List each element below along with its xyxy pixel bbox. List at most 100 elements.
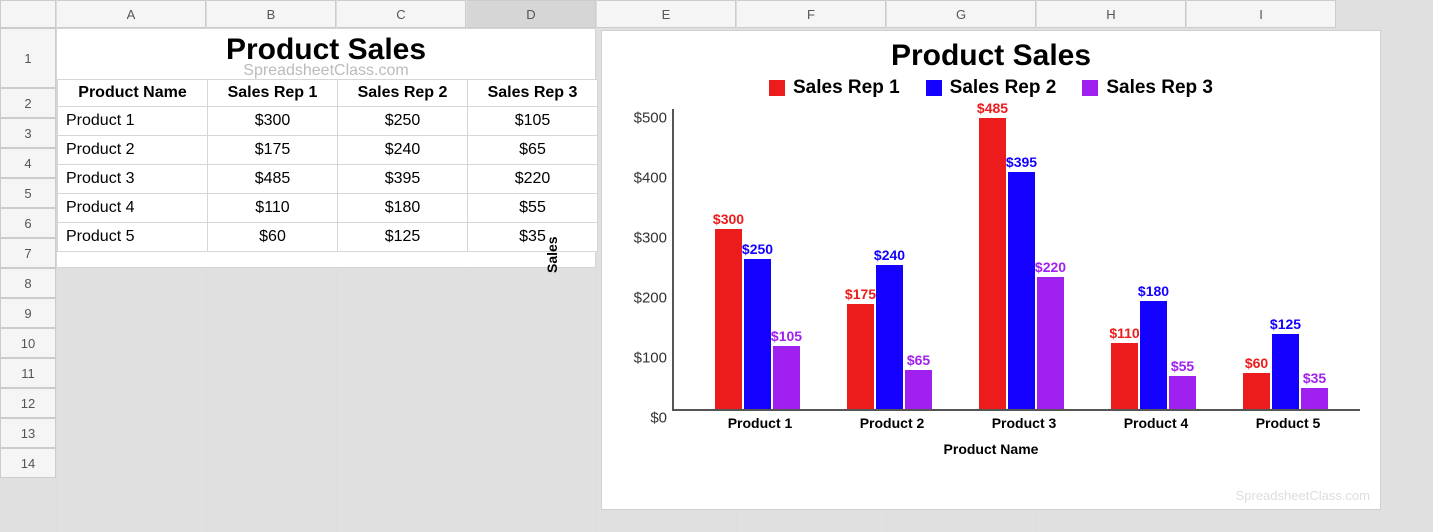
bar-value-label: $485 bbox=[977, 100, 1008, 116]
bar[interactable]: $55 bbox=[1169, 376, 1196, 409]
x-tick-label: Product 2 bbox=[860, 415, 925, 431]
cell-value[interactable]: $485 bbox=[208, 165, 338, 194]
cell-value[interactable]: $35 bbox=[468, 223, 598, 252]
cell-product-name[interactable]: Product 1 bbox=[58, 107, 208, 136]
row-header-5[interactable]: 5 bbox=[0, 178, 56, 208]
bar[interactable]: $300 bbox=[715, 229, 742, 409]
col-header-G[interactable]: G bbox=[886, 0, 1036, 28]
cell-value[interactable]: $125 bbox=[338, 223, 468, 252]
row-header-1[interactable]: 1 bbox=[0, 28, 56, 88]
y-tick-label: $0 bbox=[612, 410, 667, 427]
x-tick-label: Product 5 bbox=[1256, 415, 1321, 431]
table-row[interactable]: Product 2$175$240$65 bbox=[58, 136, 598, 165]
bar[interactable]: $125 bbox=[1272, 334, 1299, 409]
sales-table: Product NameSales Rep 1Sales Rep 2Sales … bbox=[57, 79, 598, 252]
bar[interactable]: $220 bbox=[1037, 277, 1064, 409]
cell-product-name[interactable]: Product 5 bbox=[58, 223, 208, 252]
col-header-E[interactable]: E bbox=[596, 0, 736, 28]
row-header-3[interactable]: 3 bbox=[0, 118, 56, 148]
table-header-3[interactable]: Sales Rep 3 bbox=[468, 80, 598, 107]
bar-value-label: $60 bbox=[1245, 355, 1268, 371]
cell-value[interactable]: $110 bbox=[208, 194, 338, 223]
row-header-4[interactable]: 4 bbox=[0, 148, 56, 178]
table-header-2[interactable]: Sales Rep 2 bbox=[338, 80, 468, 107]
bar-value-label: $55 bbox=[1171, 358, 1194, 374]
bar-value-label: $300 bbox=[713, 211, 744, 227]
cell-value[interactable]: $65 bbox=[468, 136, 598, 165]
cell-value[interactable]: $300 bbox=[208, 107, 338, 136]
table-header-0[interactable]: Product Name bbox=[58, 80, 208, 107]
table-row[interactable]: Product 4$110$180$55 bbox=[58, 194, 598, 223]
legend-label: Sales Rep 3 bbox=[1106, 77, 1213, 99]
bar-value-label: $110 bbox=[1109, 325, 1139, 341]
bar[interactable]: $180 bbox=[1140, 301, 1167, 409]
row-header-6[interactable]: 6 bbox=[0, 208, 56, 238]
col-header-H[interactable]: H bbox=[1036, 0, 1186, 28]
bar[interactable]: $250 bbox=[744, 259, 771, 409]
y-tick-label: $200 bbox=[612, 290, 667, 307]
select-all-corner[interactable] bbox=[0, 0, 56, 28]
cell-value[interactable]: $220 bbox=[468, 165, 598, 194]
col-header-B[interactable]: B bbox=[206, 0, 336, 28]
bar[interactable]: $60 bbox=[1243, 373, 1270, 409]
table-row[interactable]: Product 5$60$125$35 bbox=[58, 223, 598, 252]
bar[interactable]: $105 bbox=[773, 346, 800, 409]
row-header-2[interactable]: 2 bbox=[0, 88, 56, 118]
col-header-I[interactable]: I bbox=[1186, 0, 1336, 28]
row-header-7[interactable]: 7 bbox=[0, 238, 56, 268]
data-table-area: Product Sales SpreadsheetClass.com Produ… bbox=[56, 28, 596, 268]
col-header-A[interactable]: A bbox=[56, 0, 206, 28]
bar-value-label: $175 bbox=[845, 286, 876, 302]
row-header-11[interactable]: 11 bbox=[0, 358, 56, 388]
bar[interactable]: $395 bbox=[1008, 172, 1035, 409]
bar-value-label: $65 bbox=[907, 352, 930, 368]
bar-group: $300$250$105 bbox=[715, 229, 800, 409]
chart-plot-area: $0$100$200$300$400$500$300$250$105Produc… bbox=[672, 109, 1360, 411]
col-header-C[interactable]: C bbox=[336, 0, 466, 28]
bar[interactable]: $485 bbox=[979, 118, 1006, 409]
legend-item-0[interactable]: Sales Rep 1 bbox=[769, 77, 900, 99]
bar[interactable]: $110 bbox=[1111, 343, 1138, 409]
bar-group: $485$395$220 bbox=[979, 118, 1064, 409]
bar[interactable]: $240 bbox=[876, 265, 903, 409]
bar[interactable]: $65 bbox=[905, 370, 932, 409]
table-subtitle: SpreadsheetClass.com bbox=[57, 63, 595, 79]
legend-item-2[interactable]: Sales Rep 3 bbox=[1082, 77, 1213, 99]
cell-value[interactable]: $240 bbox=[338, 136, 468, 165]
chart-container[interactable]: Product Sales Sales Rep 1 Sales Rep 2 Sale… bbox=[601, 30, 1381, 510]
table-row[interactable]: Product 3$485$395$220 bbox=[58, 165, 598, 194]
cell-value[interactable]: $180 bbox=[338, 194, 468, 223]
cell-product-name[interactable]: Product 4 bbox=[58, 194, 208, 223]
row-header-9[interactable]: 9 bbox=[0, 298, 56, 328]
cell-value[interactable]: $105 bbox=[468, 107, 598, 136]
cell-product-name[interactable]: Product 2 bbox=[58, 136, 208, 165]
chart-watermark: SpreadsheetClass.com bbox=[1236, 488, 1370, 503]
row-header-10[interactable]: 10 bbox=[0, 328, 56, 358]
x-tick-label: Product 1 bbox=[728, 415, 793, 431]
legend-item-1[interactable]: Sales Rep 2 bbox=[926, 77, 1057, 99]
col-header-D[interactable]: D bbox=[466, 0, 596, 28]
bar-value-label: $395 bbox=[1006, 154, 1037, 170]
cell-value[interactable]: $175 bbox=[208, 136, 338, 165]
row-header-14[interactable]: 14 bbox=[0, 448, 56, 478]
bar[interactable]: $175 bbox=[847, 304, 874, 409]
cell-value[interactable]: $395 bbox=[338, 165, 468, 194]
row-header-12[interactable]: 12 bbox=[0, 388, 56, 418]
bar-value-label: $35 bbox=[1303, 370, 1326, 386]
cell-value[interactable]: $55 bbox=[468, 194, 598, 223]
col-header-F[interactable]: F bbox=[736, 0, 886, 28]
table-row[interactable]: Product 1$300$250$105 bbox=[58, 107, 598, 136]
cell-value[interactable]: $60 bbox=[208, 223, 338, 252]
legend-swatch-icon bbox=[926, 80, 942, 96]
cell-value[interactable]: $250 bbox=[338, 107, 468, 136]
chart-title: Product Sales bbox=[602, 39, 1380, 73]
bar[interactable]: $35 bbox=[1301, 388, 1328, 409]
table-header-1[interactable]: Sales Rep 1 bbox=[208, 80, 338, 107]
chart-xlabel: Product Name bbox=[602, 441, 1380, 457]
y-tick-label: $400 bbox=[612, 170, 667, 187]
row-header-8[interactable]: 8 bbox=[0, 268, 56, 298]
bar-value-label: $105 bbox=[771, 328, 802, 344]
row-header-13[interactable]: 13 bbox=[0, 418, 56, 448]
legend-label: Sales Rep 1 bbox=[793, 77, 900, 99]
cell-product-name[interactable]: Product 3 bbox=[58, 165, 208, 194]
